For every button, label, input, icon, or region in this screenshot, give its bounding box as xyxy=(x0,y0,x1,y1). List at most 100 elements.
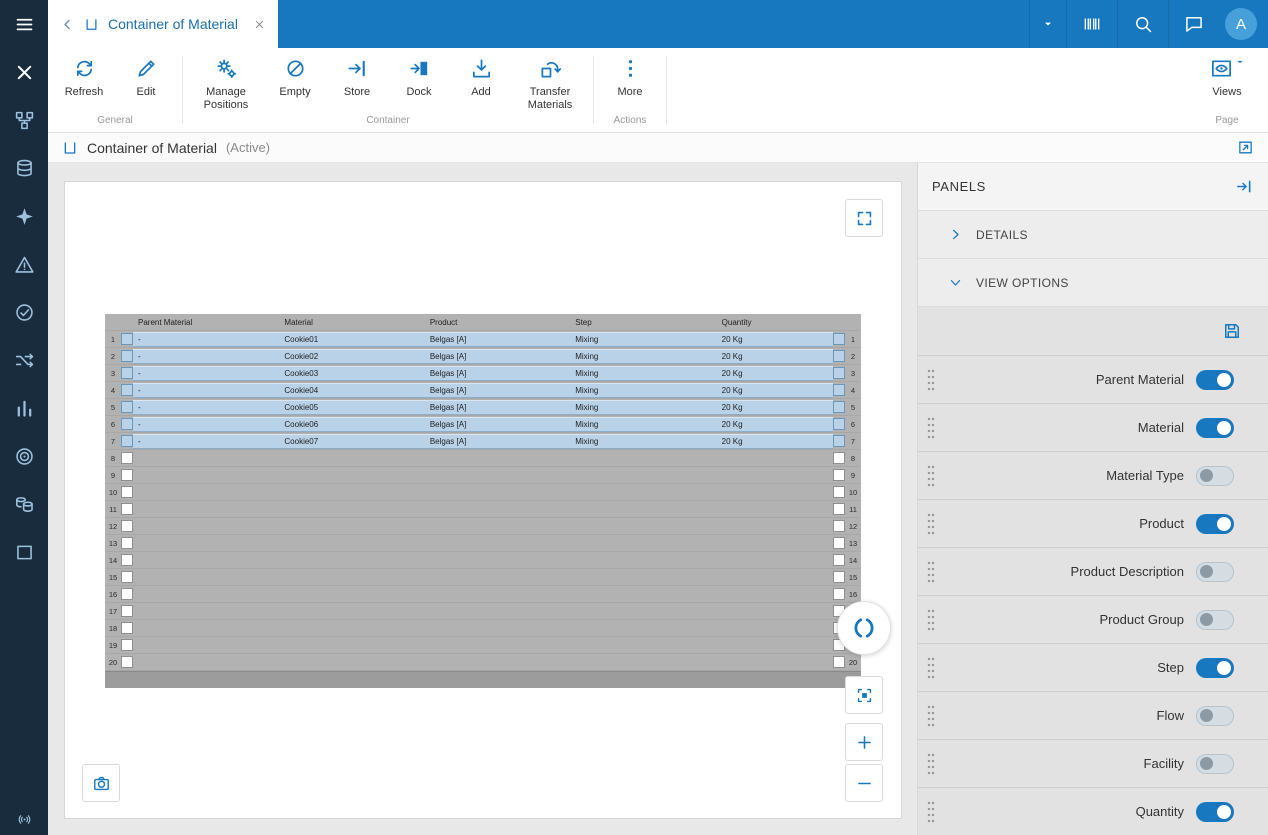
toggle-step[interactable] xyxy=(1196,657,1234,678)
position-row-20[interactable]: 20 20 xyxy=(105,654,861,671)
position-empty-bar xyxy=(133,604,833,619)
toggle-quantity[interactable] xyxy=(1196,801,1234,822)
position-material-bar[interactable]: - Cookie04 Belgas [A] Mixing 20 Kg xyxy=(133,382,833,398)
position-material-bar[interactable]: - Cookie06 Belgas [A] Mixing 20 Kg xyxy=(133,416,833,432)
drag-handle-icon[interactable] xyxy=(927,559,935,584)
collapse-panel-icon[interactable] xyxy=(1235,177,1254,196)
position-row-12[interactable]: 12 12 xyxy=(105,518,861,535)
sidebar-item-container-app[interactable] xyxy=(0,528,48,576)
panels-title: PANELS xyxy=(932,179,986,194)
drag-handle-icon[interactable] xyxy=(927,367,935,392)
details-section-header[interactable]: DETAILS xyxy=(918,211,1268,259)
drag-handle-icon[interactable] xyxy=(927,703,935,728)
drag-handle-icon[interactable] xyxy=(927,799,935,824)
position-material-bar[interactable]: - Cookie03 Belgas [A] Mixing 20 Kg xyxy=(133,365,833,381)
drag-handle-icon[interactable] xyxy=(927,415,935,440)
position-row-8[interactable]: 88 xyxy=(105,450,861,467)
position-number: 7 xyxy=(110,436,116,446)
sidebar-item-x-logo[interactable] xyxy=(0,48,48,96)
position-row-9[interactable]: 99 xyxy=(105,467,861,484)
position-row-4[interactable]: 4 - Cookie04 Belgas [A] Mixing 20 Kg 4 xyxy=(105,382,861,399)
rotate-control[interactable] xyxy=(837,601,891,655)
sidebar-item-flow[interactable] xyxy=(0,336,48,384)
position-material-bar[interactable]: - Cookie02 Belgas [A] Mixing 20 Kg xyxy=(133,348,833,364)
scan-button[interactable] xyxy=(1066,0,1117,48)
more-button[interactable]: More xyxy=(599,57,661,99)
position-row-15[interactable]: 15 15 xyxy=(105,569,861,586)
position-row-11[interactable]: 11 11 xyxy=(105,501,861,518)
popout-icon[interactable] xyxy=(1237,139,1254,156)
view-options-section-header[interactable]: VIEW OPTIONS xyxy=(918,259,1268,307)
toggle-parent-material[interactable] xyxy=(1196,369,1234,390)
dock-button[interactable]: Dock xyxy=(388,57,450,99)
broadcast-icon xyxy=(17,812,32,827)
cell-product: Belgas [A] xyxy=(429,334,467,344)
position-material-bar[interactable]: - Cookie01 Belgas [A] Mixing 20 Kg xyxy=(133,331,833,347)
button-label: Empty xyxy=(279,86,311,98)
position-row-17[interactable]: 1717 xyxy=(105,603,861,620)
position-row-3[interactable]: 3 - Cookie03 Belgas [A] Mixing 20 Kg 3 xyxy=(105,365,861,382)
position-row-16[interactable]: 16 16 xyxy=(105,586,861,603)
position-row-1[interactable]: 1 - Cookie01 Belgas [A] Mixing 20 Kg 1 xyxy=(105,331,861,348)
position-row-13[interactable]: 13 13 xyxy=(105,535,861,552)
toggle-product[interactable] xyxy=(1196,513,1234,534)
container-canvas: Parent Material Material Product Step Quanti… xyxy=(64,181,902,819)
toggle-product-description[interactable] xyxy=(1196,561,1234,582)
position-row-5[interactable]: 5 - Cookie05 Belgas [A] Mixing 20 Kg 5 xyxy=(105,399,861,416)
toggle-product-group[interactable] xyxy=(1196,609,1234,630)
messages-button[interactable] xyxy=(1168,0,1219,48)
sidebar-item-data-store[interactable] xyxy=(0,480,48,528)
drag-handle-icon[interactable] xyxy=(927,751,935,776)
drag-handle-icon[interactable] xyxy=(927,655,935,680)
sidebar-item-quality[interactable] xyxy=(0,288,48,336)
position-material-bar[interactable]: - Cookie05 Belgas [A] Mixing 20 Kg xyxy=(133,399,833,415)
add-button[interactable]: Add xyxy=(450,57,512,99)
zoom-in-button[interactable] xyxy=(845,723,883,761)
drag-handle-icon[interactable] xyxy=(927,463,935,488)
views-button[interactable]: Views xyxy=(1196,57,1258,99)
viz-scrollbar[interactable] xyxy=(105,671,861,688)
x-logo-icon xyxy=(14,62,35,83)
tab-container-of-material[interactable]: Container of Material xyxy=(48,0,278,48)
sidebar-item-modeling[interactable] xyxy=(0,96,48,144)
empty-button[interactable]: Empty xyxy=(264,57,326,99)
drag-handle-icon[interactable] xyxy=(927,511,935,536)
dropdown-caret-button[interactable] xyxy=(1029,0,1066,48)
tab-close-icon[interactable] xyxy=(253,18,266,31)
position-row-6[interactable]: 6 - Cookie06 Belgas [A] Mixing 20 Kg 6 xyxy=(105,416,861,433)
drag-handle-icon[interactable] xyxy=(927,607,935,632)
sidebar-item-broadcast[interactable] xyxy=(0,812,48,827)
toggle-facility[interactable] xyxy=(1196,753,1234,774)
search-button[interactable] xyxy=(1117,0,1168,48)
position-row-7[interactable]: 7 - Cookie07 Belgas [A] Mixing 20 Kg 7 xyxy=(105,433,861,450)
fullscreen-button[interactable] xyxy=(845,199,883,237)
edit-button[interactable]: Edit xyxy=(115,57,177,99)
zoom-out-button[interactable] xyxy=(845,764,883,802)
sidebar-item-target[interactable] xyxy=(0,432,48,480)
position-row-14[interactable]: 14 14 xyxy=(105,552,861,569)
toggle-material[interactable] xyxy=(1196,417,1234,438)
position-material-bar[interactable]: - Cookie07 Belgas [A] Mixing 20 Kg xyxy=(133,433,833,449)
fit-view-button[interactable] xyxy=(845,676,883,714)
toggle-material-type[interactable] xyxy=(1196,465,1234,486)
ribbon-toolbar: Refresh Edit General Manage Positions Empty S… xyxy=(48,48,1268,133)
toggle-flow[interactable] xyxy=(1196,705,1234,726)
position-row-19[interactable]: 1919 xyxy=(105,637,861,654)
refresh-button[interactable]: Refresh xyxy=(53,57,115,99)
store-button[interactable]: Store xyxy=(326,57,388,99)
sidebar-item-stack[interactable] xyxy=(0,144,48,192)
sidebar-item-alarm[interactable] xyxy=(0,240,48,288)
snapshot-button[interactable] xyxy=(82,764,120,802)
sidebar-item-analytics[interactable] xyxy=(0,384,48,432)
sidebar-item-hamburger-menu[interactable] xyxy=(0,0,48,48)
manage-positions-button[interactable]: Manage Positions xyxy=(188,57,264,111)
save-icon[interactable] xyxy=(1222,321,1242,341)
position-cell xyxy=(833,537,845,549)
position-row-2[interactable]: 2 - Cookie02 Belgas [A] Mixing 20 Kg 2 xyxy=(105,348,861,365)
position-row-18[interactable]: 1818 xyxy=(105,620,861,637)
transfer-materials-button[interactable]: Transfer Materials xyxy=(512,57,588,111)
back-chevron-icon[interactable] xyxy=(60,17,75,32)
user-avatar[interactable]: A xyxy=(1225,8,1257,40)
position-row-10[interactable]: 10 10 xyxy=(105,484,861,501)
sidebar-item-dispatch[interactable] xyxy=(0,192,48,240)
